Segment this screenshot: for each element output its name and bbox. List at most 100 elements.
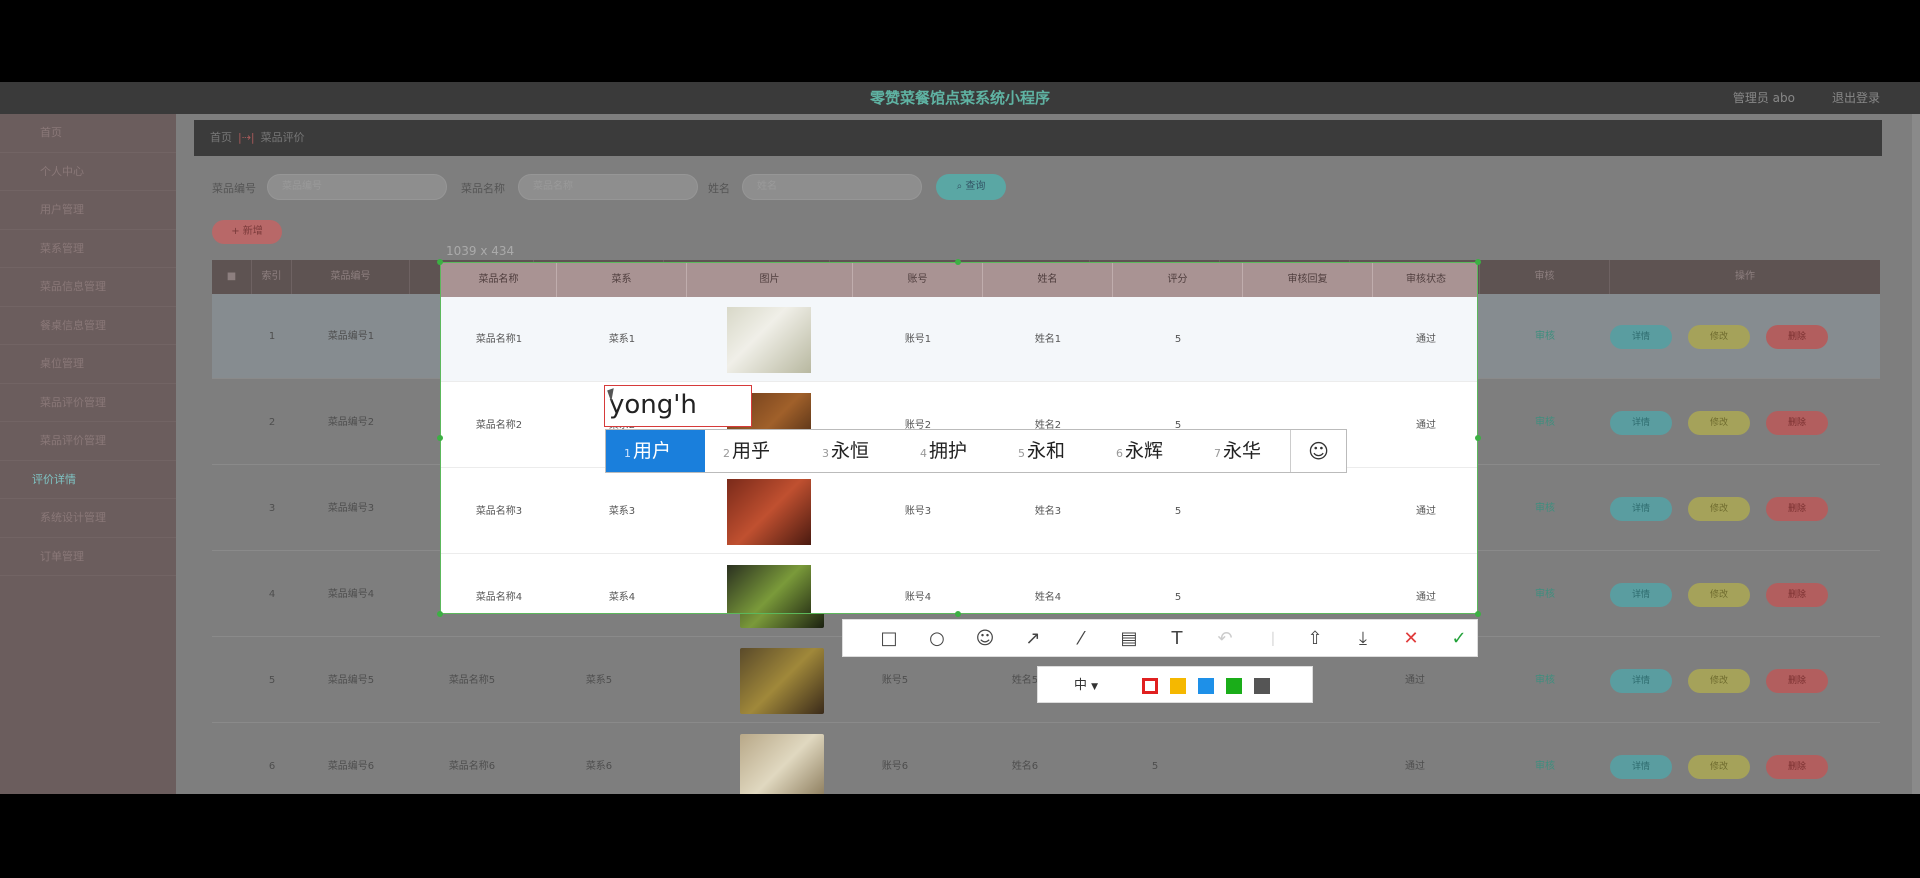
delete-button[interactable]: 删除 xyxy=(1766,755,1828,779)
ime-candidate-7[interactable]: 7 永华 xyxy=(1214,430,1261,472)
cell-audit[interactable]: 审核 xyxy=(1480,552,1610,637)
ime-candidate-2[interactable]: 2 用乎 xyxy=(723,430,770,472)
sidebar-item-system[interactable]: 系统设计管理 xyxy=(0,499,176,538)
sidebar-item-seats[interactable]: 桌位管理 xyxy=(0,345,176,384)
sidebar-item-dishes[interactable]: 菜品信息管理 xyxy=(0,268,176,307)
blur-icon[interactable]: ▤ xyxy=(1109,620,1149,658)
resize-handle-tl[interactable] xyxy=(437,259,443,265)
search-input-person[interactable]: 姓名 xyxy=(742,174,922,200)
ellipse-icon[interactable]: ○ xyxy=(917,620,957,658)
delete-button[interactable]: 删除 xyxy=(1766,411,1828,435)
detail-button[interactable]: 详情 xyxy=(1610,497,1672,521)
stroke-size-select[interactable]: 中 ▼ xyxy=(1074,667,1098,706)
detail-button[interactable]: 详情 xyxy=(1610,325,1672,349)
sidebar-item-orders[interactable]: 订单管理 xyxy=(0,538,176,576)
color-swatch-gray[interactable] xyxy=(1254,678,1270,694)
edit-button[interactable]: 修改 xyxy=(1688,755,1750,779)
sidebar: 首页 个人中心 用户管理 菜系管理 菜品信息管理 餐桌信息管理 桌位管理 菜品评… xyxy=(0,114,176,794)
capture-cell-status: 通过 xyxy=(1416,420,1436,431)
ime-candidate-2-num: 2 xyxy=(723,447,730,460)
cell-audit[interactable]: 审核 xyxy=(1480,380,1610,465)
color-swatch-blue[interactable] xyxy=(1198,678,1214,694)
edit-button[interactable]: 修改 xyxy=(1688,583,1750,607)
rectangle-icon[interactable]: □ xyxy=(869,620,909,658)
capture-cell-cuisine: 菜系4 xyxy=(608,592,636,603)
sidebar-item-cuisine[interactable]: 菜系管理 xyxy=(0,230,176,268)
share-icon[interactable]: ⇧ xyxy=(1295,620,1335,658)
capture-col-name: 菜品名称 xyxy=(441,263,557,297)
edit-button[interactable]: 修改 xyxy=(1688,411,1750,435)
emoji-icon[interactable]: ☺ xyxy=(1290,430,1346,472)
row-checkbox[interactable] xyxy=(212,638,252,723)
ime-candidate-3[interactable]: 3 永恒 xyxy=(822,430,869,472)
search-button[interactable]: ⌕ 查询 xyxy=(936,174,1006,200)
logout-link[interactable]: 退出登录 xyxy=(1832,82,1880,114)
row-checkbox[interactable] xyxy=(212,552,252,637)
ime-candidate-bar: 1 用户 2 用乎 3 永恒 4 拥护 5 永和 6 永辉 7 永华 ☺ xyxy=(605,429,1347,473)
row-checkbox[interactable] xyxy=(212,724,252,794)
cell-code: 菜品编号5 xyxy=(327,675,375,686)
resize-handle-r[interactable] xyxy=(1475,435,1481,441)
sidebar-item-reviews[interactable]: 菜品评价管理 xyxy=(0,384,176,422)
sidebar-item-review-detail[interactable]: 评价详情 xyxy=(0,461,176,499)
cell-audit[interactable]: 审核 xyxy=(1480,294,1610,379)
cancel-icon[interactable]: ✕ xyxy=(1391,620,1431,658)
detail-button[interactable]: 详情 xyxy=(1610,411,1672,435)
download-icon[interactable]: ⤓ xyxy=(1343,620,1383,658)
ime-composition-box[interactable]: yong'h xyxy=(604,385,752,427)
scrollbar[interactable] xyxy=(1912,114,1920,794)
search-input-code[interactable]: 菜品编号 xyxy=(267,174,447,200)
mosaic-icon[interactable]: ☺ xyxy=(965,620,1005,658)
color-swatch-red[interactable] xyxy=(1142,678,1158,694)
resize-handle-br[interactable] xyxy=(1475,611,1481,617)
delete-button[interactable]: 删除 xyxy=(1766,497,1828,521)
select-all-checkbox[interactable]: ■ xyxy=(212,260,252,294)
redo-icon[interactable]: │ xyxy=(1253,620,1293,658)
text-icon[interactable]: T xyxy=(1157,620,1197,658)
breadcrumb-home[interactable]: 首页 xyxy=(210,131,232,144)
sidebar-item-profile[interactable]: 个人中心 xyxy=(0,153,176,191)
row-checkbox[interactable] xyxy=(212,380,252,465)
confirm-icon[interactable]: ✓ xyxy=(1439,620,1479,658)
resize-handle-bl[interactable] xyxy=(437,611,443,617)
undo-icon[interactable]: ↶ xyxy=(1205,620,1245,658)
sidebar-item-users[interactable]: 用户管理 xyxy=(0,191,176,230)
ime-candidate-4[interactable]: 4 拥护 xyxy=(920,430,967,472)
capture-cell-status: 通过 xyxy=(1416,592,1436,603)
add-button[interactable]: + 新增 xyxy=(212,220,282,244)
delete-button[interactable]: 删除 xyxy=(1766,325,1828,349)
cell-audit[interactable]: 审核 xyxy=(1480,724,1610,794)
ime-candidate-6[interactable]: 6 永辉 xyxy=(1116,430,1163,472)
line-icon[interactable]: ⁄ xyxy=(1061,620,1101,658)
sidebar-item-reviews-2[interactable]: 菜品评价管理 xyxy=(0,422,176,461)
ime-candidate-1-num: 1 xyxy=(624,447,631,460)
cell-audit[interactable]: 审核 xyxy=(1480,466,1610,551)
row-checkbox[interactable] xyxy=(212,294,252,379)
table-row[interactable]: 6 菜品编号6 菜品名称6 菜系6 账号6 姓名6 5 通过 审核 详情 修改 删除 xyxy=(212,724,1880,794)
color-swatch-yellow[interactable] xyxy=(1170,678,1186,694)
delete-button[interactable]: 删除 xyxy=(1766,669,1828,693)
sidebar-item-home[interactable]: 首页 xyxy=(0,114,176,153)
edit-button[interactable]: 修改 xyxy=(1688,325,1750,349)
sidebar-item-tables[interactable]: 餐桌信息管理 xyxy=(0,307,176,345)
resize-handle-t[interactable] xyxy=(955,259,961,265)
ime-candidate-5[interactable]: 5 永和 xyxy=(1018,430,1065,472)
color-swatch-green[interactable] xyxy=(1226,678,1242,694)
detail-button[interactable]: 详情 xyxy=(1610,669,1672,693)
search-input-name[interactable]: 菜品名称 xyxy=(518,174,698,200)
detail-button[interactable]: 详情 xyxy=(1610,755,1672,779)
edit-button[interactable]: 修改 xyxy=(1688,497,1750,521)
resize-handle-l[interactable] xyxy=(437,435,443,441)
row-checkbox[interactable] xyxy=(212,466,252,551)
cell-audit[interactable]: 审核 xyxy=(1480,638,1610,723)
col-code[interactable]: 菜品编号 xyxy=(292,260,410,294)
arrow-icon[interactable]: ↗ xyxy=(1013,620,1053,658)
delete-button[interactable]: 删除 xyxy=(1766,583,1828,607)
edit-button[interactable]: 修改 xyxy=(1688,669,1750,693)
detail-button[interactable]: 详情 xyxy=(1610,583,1672,607)
resize-handle-b[interactable] xyxy=(955,611,961,617)
capture-table-row: 菜品名称3 菜系3 账号3 姓名3 5 通过 xyxy=(441,469,1477,554)
ime-candidate-1[interactable]: 1 用户 xyxy=(606,430,705,472)
col-audit[interactable]: 审核 xyxy=(1480,260,1610,294)
resize-handle-tr[interactable] xyxy=(1475,259,1481,265)
